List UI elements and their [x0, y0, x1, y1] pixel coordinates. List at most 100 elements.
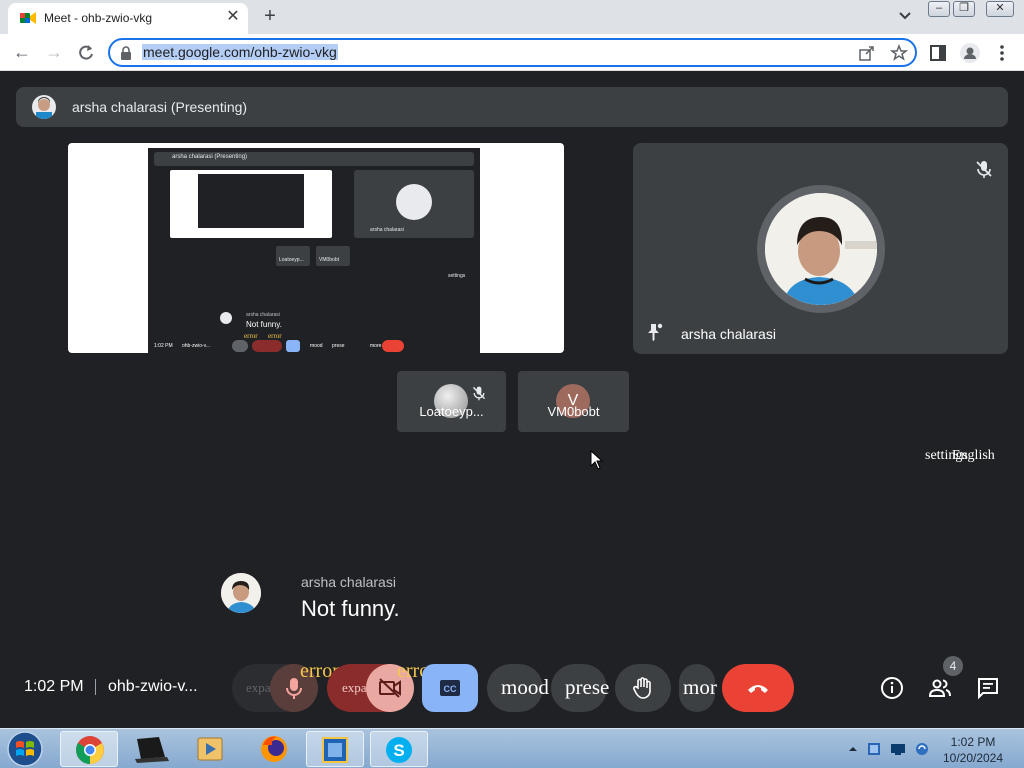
- chat-icon[interactable]: [976, 676, 1000, 700]
- presenter-avatar: [32, 95, 56, 119]
- mic-off-icon: [472, 386, 486, 401]
- preview-presenting-bar: arsha chalarasi (Presenting): [154, 152, 474, 166]
- participant-tile-loatoeyp[interactable]: Loatoeyp...: [397, 371, 506, 432]
- window-restore-button[interactable]: ❐: [953, 1, 975, 17]
- caption-speaker-avatar: [221, 573, 261, 613]
- caption-text: Not funny.: [301, 596, 400, 621]
- captions-button[interactable]: CC: [422, 664, 478, 712]
- participant-tile-main[interactable]: arsha chalarasi: [633, 143, 1008, 354]
- preview-caption-text: Not funny.: [246, 320, 282, 329]
- taskbar-media-player-icon[interactable]: [184, 731, 236, 767]
- hang-up-icon: [748, 685, 768, 693]
- screen-share-content: arsha chalarasi (Presenting) arsha chala…: [148, 148, 480, 353]
- google-meet-icon: [20, 12, 36, 24]
- preview-tile-name: arsha chalarasi: [370, 227, 404, 233]
- preview-present-label: prese: [332, 343, 345, 349]
- address-bar[interactable]: meet.google.com/ohb-zwio-vkg: [108, 38, 917, 67]
- back-arrow-icon[interactable]: ←: [10, 41, 34, 65]
- lock-icon[interactable]: [120, 46, 132, 60]
- meet-call-area: arsha chalarasi (Presenting) arsha chala…: [0, 71, 1024, 728]
- svg-text:CC: CC: [444, 684, 457, 694]
- pin-icon[interactable]: [643, 321, 665, 343]
- new-tab-button[interactable]: +: [260, 6, 280, 26]
- participant-name: VM0bobt: [547, 404, 600, 419]
- reactions-button[interactable]: mood: [487, 664, 549, 712]
- share-page-icon[interactable]: [858, 44, 876, 62]
- mood-label: mood: [501, 675, 549, 699]
- preview-mood-label: mood: [310, 343, 323, 349]
- participant-avatar-ring: [757, 185, 885, 313]
- svg-text:S: S: [393, 741, 404, 760]
- browser-toolbar: ← → meet.google.com/ohb-zwio-vkg: [0, 34, 1024, 71]
- taskbar-app-blue-window[interactable]: [306, 731, 364, 767]
- side-panel-icon[interactable]: [928, 43, 948, 63]
- meeting-code[interactable]: ohb-zwio-v...: [108, 678, 198, 696]
- virtualbox-icon: [322, 737, 348, 763]
- mic-off-icon: [976, 161, 992, 178]
- windows-start-icon[interactable]: [5, 731, 45, 767]
- window-close-button[interactable]: ✕: [986, 1, 1014, 17]
- people-count-badge: 4: [943, 656, 963, 676]
- raise-hand-button[interactable]: [615, 664, 671, 712]
- mouse-cursor-icon: [590, 450, 604, 470]
- taskbar-clock[interactable]: 1:02 PM 10/20/2024: [938, 734, 1008, 766]
- tray-sync-icon[interactable]: [914, 741, 930, 757]
- preview-settings-text: settings: [448, 273, 466, 279]
- closed-captions-icon: CC: [440, 680, 460, 696]
- preview-error-label-2: error: [268, 332, 282, 340]
- taskbar-skype[interactable]: S: [370, 731, 428, 767]
- participant-name: Loatoeyp...: [419, 404, 484, 419]
- language-overlay-text[interactable]: English: [952, 448, 995, 464]
- browser-menu-icon[interactable]: [992, 43, 1012, 63]
- tray-display-icon[interactable]: [890, 741, 906, 757]
- bar-divider: [95, 679, 96, 695]
- preview-tile-a-name: Loatoeyp...: [279, 257, 304, 263]
- browser-tab-meet[interactable]: Meet - ohb-zwio-vkg ✕: [8, 3, 248, 34]
- raise-hand-icon: [633, 677, 651, 699]
- preview-mic-button: [232, 340, 248, 352]
- more-options-button[interactable]: mor: [679, 664, 717, 712]
- preview-caption-name: arsha chalarasi: [246, 312, 280, 318]
- taskbar-chrome[interactable]: [60, 731, 118, 767]
- meeting-clock: 1:02 PM: [24, 678, 84, 695]
- taskbar-firefox-icon[interactable]: [245, 731, 303, 767]
- forward-arrow-icon[interactable]: →: [42, 41, 66, 65]
- preview-share-tile: [170, 170, 332, 238]
- bookmark-star-icon[interactable]: [890, 44, 908, 62]
- preview-more-label: more: [370, 343, 382, 349]
- profile-avatar-icon[interactable]: [960, 43, 980, 63]
- people-icon[interactable]: [928, 676, 952, 700]
- url-text[interactable]: meet.google.com/ohb-zwio-vkg: [142, 44, 338, 60]
- preview-tile-b-name: VM0bobt: [319, 257, 340, 263]
- preview-nested-share: [198, 174, 304, 228]
- presenting-label: arsha chalarasi (Presenting): [72, 99, 248, 115]
- preview-cam-button: [252, 340, 282, 352]
- tray-expand-icon[interactable]: [845, 741, 861, 757]
- preview-camera-tile: arsha chalarasi: [354, 170, 474, 238]
- more-label: mor: [683, 675, 717, 699]
- preview-avatar: [396, 184, 432, 220]
- screen-share-tile[interactable]: arsha chalarasi (Presenting) arsha chala…: [68, 143, 564, 353]
- present-label: prese: [565, 675, 610, 699]
- participant-name: arsha chalarasi: [681, 326, 776, 342]
- participant-tile-vm0bobt[interactable]: V VM0bobt: [518, 371, 629, 432]
- reload-icon[interactable]: [76, 43, 96, 63]
- participant-avatar: [765, 193, 877, 305]
- preview-error-label-1: error: [244, 332, 258, 340]
- taskbar-app-laptop-icon[interactable]: [125, 731, 177, 767]
- leave-call-button[interactable]: [722, 664, 794, 712]
- windows-taskbar: S 1:02 PM 10/20/2024: [0, 728, 1024, 768]
- caption-speaker-name: arsha chalarasi: [301, 574, 396, 590]
- preview-captions-button: [286, 340, 300, 352]
- tray-network-flag-icon[interactable]: [866, 741, 882, 757]
- tab-search-chevron-icon[interactable]: [896, 8, 914, 24]
- preview-small-tile-a: Loatoeyp...: [276, 246, 310, 266]
- window-minimize-button[interactable]: –: [928, 1, 950, 17]
- preview-caption-avatar: [220, 312, 232, 324]
- present-button[interactable]: prese: [551, 664, 610, 712]
- meeting-details-info-icon[interactable]: [880, 676, 904, 700]
- preview-bar-code: ohb-zwio-v...: [182, 343, 210, 349]
- preview-small-tile-b: VM0bobt: [316, 246, 350, 266]
- preview-presenting-label: arsha chalarasi (Presenting): [172, 154, 248, 160]
- tab-close-icon[interactable]: ✕: [224, 8, 242, 26]
